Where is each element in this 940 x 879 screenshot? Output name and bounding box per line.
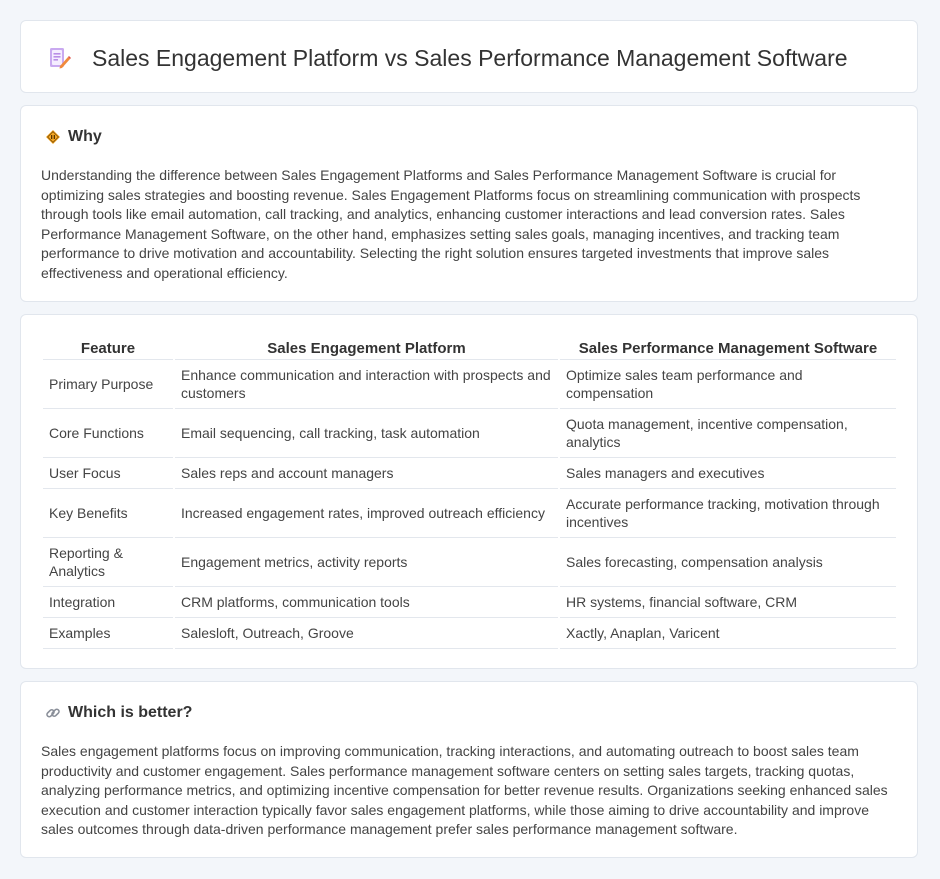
page-title: Sales Engagement Platform vs Sales Perfo… bbox=[92, 45, 848, 71]
better-heading: Which is better? bbox=[68, 704, 193, 721]
column-header-sales-engagement: Sales Engagement Platform bbox=[175, 335, 558, 360]
document-pen-icon bbox=[50, 48, 71, 69]
table-cell-engagement: Sales reps and account managers bbox=[175, 458, 558, 489]
better-heading-row: Which is better? bbox=[45, 704, 192, 722]
table-cell-feature: Integration bbox=[43, 587, 173, 618]
table-row: Primary Purpose Enhance communication an… bbox=[43, 360, 896, 409]
table-cell-engagement: Increased engagement rates, improved out… bbox=[175, 489, 558, 538]
table-cell-engagement: Enhance communication and interaction wi… bbox=[175, 360, 558, 409]
table-cell-engagement: CRM platforms, communication tools bbox=[175, 587, 558, 618]
table-cell-feature: Reporting & Analytics bbox=[43, 538, 173, 587]
column-header-feature: Feature bbox=[43, 335, 173, 360]
table-row: Examples Salesloft, Outreach, Groove Xac… bbox=[43, 618, 896, 649]
table-row: User Focus Sales reps and account manage… bbox=[43, 458, 896, 489]
table-cell-performance: Sales managers and executives bbox=[560, 458, 896, 489]
table-header-row: Feature Sales Engagement Platform Sales … bbox=[43, 335, 896, 360]
table-cell-engagement: Engagement metrics, activity reports bbox=[175, 538, 558, 587]
title-card: Sales Engagement Platform vs Sales Perfo… bbox=[20, 20, 918, 93]
table-cell-engagement: Email sequencing, call tracking, task au… bbox=[175, 409, 558, 458]
comparison-section: Feature Sales Engagement Platform Sales … bbox=[20, 314, 918, 669]
table-cell-performance: Sales forecasting, compensation analysis bbox=[560, 538, 896, 587]
table-row: Key Benefits Increased engagement rates,… bbox=[43, 489, 896, 538]
table-row: Core Functions Email sequencing, call tr… bbox=[43, 409, 896, 458]
diamond-sign-icon bbox=[46, 130, 60, 144]
table-row: Integration CRM platforms, communication… bbox=[43, 587, 896, 618]
column-header-sales-performance: Sales Performance Management Software bbox=[560, 335, 896, 360]
table-cell-performance: Optimize sales team performance and comp… bbox=[560, 360, 896, 409]
table-cell-feature: Primary Purpose bbox=[43, 360, 173, 409]
table-row: Reporting & Analytics Engagement metrics… bbox=[43, 538, 896, 587]
table-cell-feature: Core Functions bbox=[43, 409, 173, 458]
better-paragraph: Sales engagement platforms focus on impr… bbox=[41, 743, 888, 837]
why-paragraph: Understanding the difference between Sal… bbox=[41, 167, 861, 281]
table-cell-feature: User Focus bbox=[43, 458, 173, 489]
why-section: Why Understanding the difference between… bbox=[20, 105, 918, 302]
table-cell-feature: Examples bbox=[43, 618, 173, 649]
table-cell-engagement: Salesloft, Outreach, Groove bbox=[175, 618, 558, 649]
which-is-better-section: Which is better? Sales engagement platfo… bbox=[20, 681, 918, 858]
link-icon bbox=[46, 708, 60, 718]
why-heading-row: Why bbox=[45, 128, 102, 146]
why-heading: Why bbox=[68, 128, 102, 145]
table-cell-performance: Quota management, incentive compensation… bbox=[560, 409, 896, 458]
table-cell-performance: HR systems, financial software, CRM bbox=[560, 587, 896, 618]
comparison-table: Feature Sales Engagement Platform Sales … bbox=[41, 335, 898, 649]
table-cell-feature: Key Benefits bbox=[43, 489, 173, 538]
table-cell-performance: Xactly, Anaplan, Varicent bbox=[560, 618, 896, 649]
table-cell-performance: Accurate performance tracking, motivatio… bbox=[560, 489, 896, 538]
